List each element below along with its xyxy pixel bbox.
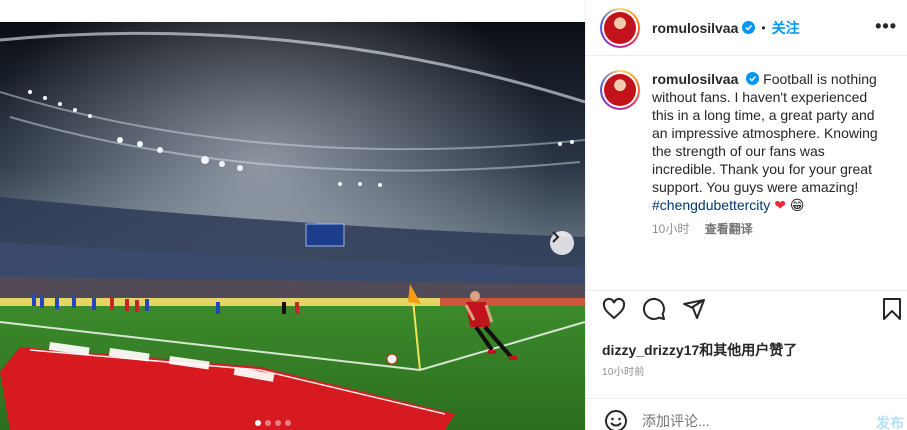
share-icon[interactable] [682, 297, 706, 321]
heart-emoji: ❤ [774, 197, 786, 213]
action-bar [586, 290, 907, 330]
carousel-dot [285, 420, 291, 426]
post-header: romulosilvaa • 关注 ••• [586, 0, 907, 56]
post-image[interactable] [0, 22, 585, 430]
comment-box: 发布 [586, 398, 907, 430]
separator-dot: • [761, 20, 766, 35]
bookmark-icon[interactable] [882, 297, 902, 321]
verified-icon [742, 21, 756, 34]
post-timestamp: 10小时前 [602, 367, 645, 378]
next-image-button[interactable] [550, 231, 574, 255]
avatar[interactable] [600, 7, 640, 48]
heart-icon[interactable] [602, 297, 626, 321]
caption-body: Football is nothing without fans. I have… [652, 71, 878, 195]
username-link[interactable]: romulosilvaa [652, 20, 738, 36]
carousel-dot [265, 420, 271, 426]
more-icon[interactable]: ••• [875, 16, 897, 37]
see-translation-link[interactable]: 查看翻译 [705, 222, 753, 236]
post-comment-button[interactable]: 发布 [876, 413, 904, 430]
caption-meta: 10小时 查看翻译 [652, 220, 896, 237]
caption-avatar[interactable] [600, 70, 640, 110]
carousel-dot [255, 420, 261, 426]
avatar-image [604, 74, 636, 106]
carousel-dot [275, 420, 281, 426]
likes-summary[interactable]: dizzy_drizzy17和其他用户赞了 [602, 340, 797, 360]
chevron-right-icon [552, 231, 560, 243]
comment-input[interactable] [642, 413, 842, 429]
avatar-image [604, 11, 636, 44]
grin-emoji: 😁 [789, 197, 805, 213]
caption-time: 10小时 [652, 222, 690, 236]
carousel-dots [255, 420, 291, 426]
post-panel: romulosilvaa • 关注 ••• romulosilvaa Footb… [585, 0, 907, 430]
media-top-gap [0, 0, 585, 22]
caption: romulosilvaa Football is nothing without… [600, 70, 896, 237]
follow-button[interactable]: 关注 [772, 18, 800, 38]
smile-icon[interactable] [604, 409, 628, 430]
stadium-photo [0, 22, 585, 430]
verified-icon [746, 72, 760, 85]
hashtag-link[interactable]: #chengdubettercity [652, 197, 770, 213]
comment-icon[interactable] [642, 297, 666, 321]
caption-username[interactable]: romulosilvaa [652, 71, 738, 87]
caption-text: romulosilvaa Football is nothing without… [652, 70, 892, 214]
